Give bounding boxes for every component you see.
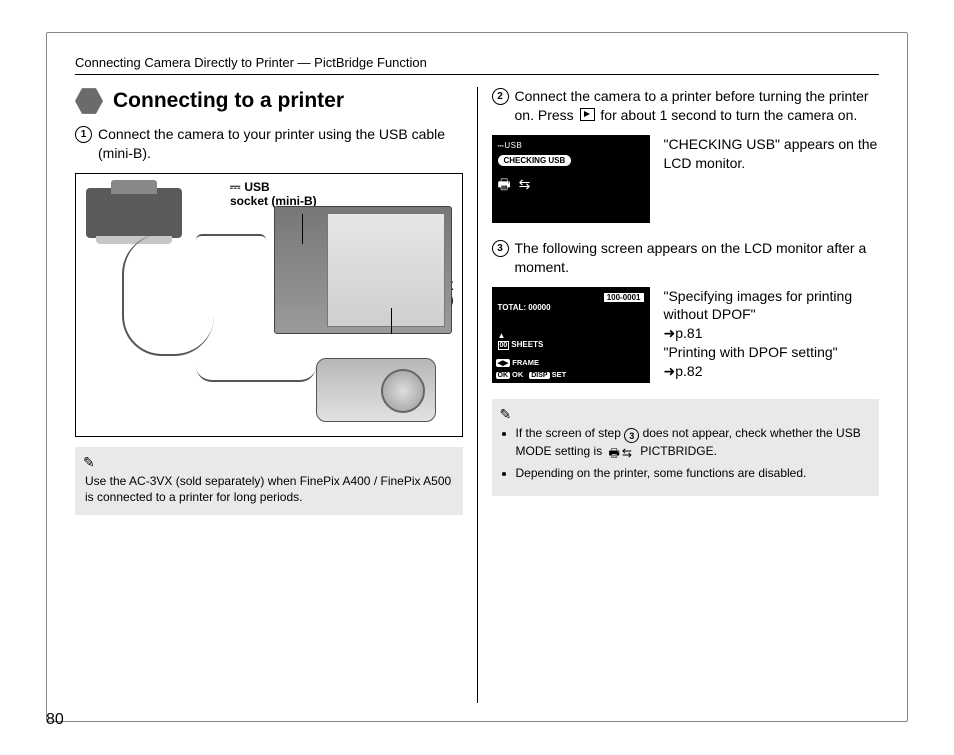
camera-front-illustration	[316, 358, 436, 422]
manual-page: Connecting Camera Directly to Printer — …	[46, 32, 908, 722]
left-column: Connecting to a printer 1 Connect the ca…	[75, 87, 478, 703]
note-list: If the screen of step 3 does not appear,…	[502, 425, 870, 482]
note-item: Depending on the printer, some functions…	[516, 465, 870, 481]
lcd-example-2: 100-0001 TOTAL: 00000 ▲00SHEETS ◀▶FRAME …	[492, 287, 880, 383]
usb-icon: ⎓	[230, 179, 240, 194]
total-readout: TOTAL: 00000	[498, 303, 551, 312]
lcd2-caption: "Specifying images for printing without …	[664, 287, 880, 381]
leader-line	[391, 308, 392, 334]
step-3-text: The following screen appears on the LCD …	[515, 239, 880, 277]
camera-rear-illustration	[274, 206, 452, 334]
step-2: 2 Connect the camera to a printer before…	[492, 87, 880, 125]
sync-icon: 🖶 ⇆	[498, 174, 644, 198]
step-2-text: Connect the camera to a printer before t…	[515, 87, 880, 125]
step-number-icon: 2	[492, 88, 509, 105]
note-text: Use the AC-3VX (sold separately) when Fi…	[85, 473, 453, 505]
pictbridge-icon: 🖶⇆	[609, 445, 634, 461]
frame-number-tag: 100-0001	[604, 293, 644, 302]
printer-illustration	[86, 188, 182, 238]
checking-usb-pill: CHECKING USB	[498, 155, 572, 166]
lcd-screen-checking-usb: ⎓USB CHECKING USB 🖶 ⇆	[492, 135, 650, 223]
leader-line	[302, 214, 303, 244]
connection-diagram: ⎓USB socket (mini-B) AC-3VX (sold separa…	[75, 173, 463, 437]
lcd-bottom-bar: OKOK DISPSET	[496, 370, 646, 379]
lcd1-caption: "CHECKING USB" appears on the LCD monito…	[664, 135, 880, 173]
step-3: 3 The following screen appears on the LC…	[492, 239, 880, 277]
running-header: Connecting Camera Directly to Printer — …	[75, 55, 879, 75]
right-column: 2 Connect the camera to a printer before…	[478, 87, 880, 703]
frame-row: ◀▶FRAME	[496, 358, 539, 367]
note-item: If the screen of step 3 does not appear,…	[516, 425, 870, 462]
note-box: ✎ Use the AC-3VX (sold separately) when …	[75, 447, 463, 515]
two-column-layout: Connecting to a printer 1 Connect the ca…	[75, 87, 879, 703]
step-number-icon: 1	[75, 126, 92, 143]
lcd-screen-print-menu: 100-0001 TOTAL: 00000 ▲00SHEETS ◀▶FRAME …	[492, 287, 650, 383]
hexagon-bullet-icon	[75, 87, 103, 115]
section-title: Connecting to a printer	[113, 89, 344, 113]
page-number: 80	[46, 711, 64, 729]
note-icon: ✎	[500, 405, 512, 424]
note-box-2: ✎ If the screen of step 3 does not appea…	[492, 399, 880, 496]
step-1-text: Connect the camera to your printer using…	[98, 125, 463, 163]
sheets-readout: ▲00SHEETS	[498, 331, 544, 350]
cable-illustration	[196, 350, 316, 382]
step-number-icon: 3	[492, 240, 509, 257]
usb-socket-label: ⎓USB socket (mini-B)	[230, 180, 317, 209]
note-icon: ✎	[83, 453, 95, 472]
cable-illustration	[122, 234, 214, 356]
step-ref-icon: 3	[624, 428, 639, 443]
section-heading: Connecting to a printer	[75, 87, 463, 115]
lcd-example-1: ⎓USB CHECKING USB 🖶 ⇆ "CHECKING USB" app…	[492, 135, 880, 223]
step-1: 1 Connect the camera to your printer usi…	[75, 125, 463, 163]
play-button-icon	[580, 108, 595, 121]
cable-illustration	[196, 234, 266, 246]
